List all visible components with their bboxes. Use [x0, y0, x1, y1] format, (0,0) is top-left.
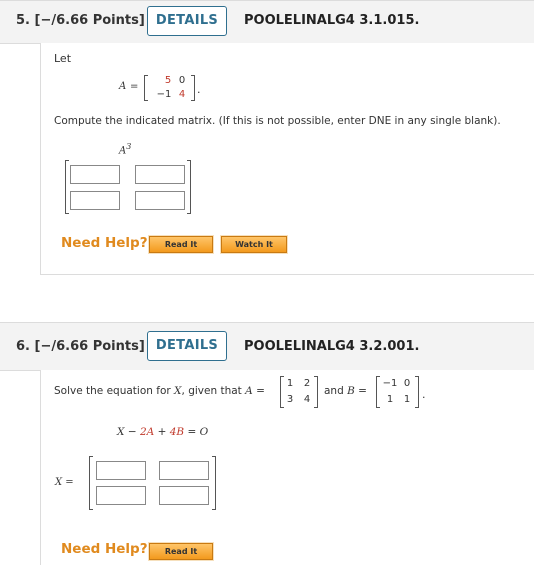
- matrix-a-cell: 4: [178, 89, 186, 100]
- matrix-a-right-bracket: [314, 376, 318, 408]
- question-6-header: 6. [−/6.66 Points] DETAILS POOLELINALG4 …: [0, 322, 534, 371]
- prompt-b-var: B: [347, 385, 355, 397]
- prompt-mid-text: , given that: [181, 385, 242, 397]
- equation-line: X − 2A + 4B = O: [117, 426, 208, 438]
- equation-zero: O: [199, 426, 209, 438]
- question-6-prompt: Solve the equation for X, given that A =: [54, 385, 265, 397]
- answer-matrix-right-bracket: [212, 456, 216, 510]
- answer-input-r2c1[interactable]: [96, 486, 146, 505]
- question-6-points: 6. [−/6.66 Points]: [16, 339, 145, 354]
- prompt-a-var: A: [245, 385, 253, 397]
- answer-matrix-left-bracket: [65, 160, 69, 214]
- question-5-body: Let A = 5 0 −1 4 . Compute the indicated…: [40, 43, 534, 275]
- matrix-a-cell: 2: [303, 378, 311, 389]
- matrix-period: .: [422, 388, 426, 401]
- matrix-b-cell: −1: [382, 378, 398, 389]
- answer-input-r2c2[interactable]: [159, 486, 209, 505]
- and-label: and: [324, 385, 344, 397]
- answer-matrix-left-bracket: [89, 456, 93, 510]
- question-5-header: 5. [−/6.66 Points] DETAILS POOLELINALG4 …: [0, 0, 534, 44]
- matrix-a-cell: 3: [286, 394, 294, 405]
- question-6-reference: POOLELINALG4 3.2.001.: [244, 339, 420, 354]
- matrix-a-cell: −1: [156, 89, 172, 100]
- and-connector: and B =: [324, 385, 367, 397]
- need-help-label: Need Help?: [61, 541, 148, 557]
- question-6-body: Solve the equation for X, given that A =…: [40, 370, 534, 565]
- equation-equals: =: [187, 426, 197, 438]
- matrix-a-cell: 0: [178, 75, 186, 86]
- matrix-b-cell: 0: [403, 378, 411, 389]
- read-it-button[interactable]: Read It: [148, 235, 214, 254]
- answer-matrix-right-bracket: [187, 160, 191, 214]
- matrix-b-left-bracket: [376, 376, 380, 408]
- answer-input-r1c1[interactable]: [70, 165, 120, 184]
- matrix-b-cell: 1: [403, 394, 411, 405]
- equation-x: X: [117, 426, 125, 438]
- answer-input-r1c2[interactable]: [159, 461, 209, 480]
- question-6-details-button[interactable]: DETAILS: [147, 331, 227, 361]
- let-label: Let: [54, 52, 72, 65]
- answer-input-r1c1[interactable]: [96, 461, 146, 480]
- watch-it-button[interactable]: Watch It: [220, 235, 288, 254]
- matrix-a-var: A: [119, 81, 127, 92]
- prompt-equals: =: [256, 385, 265, 397]
- need-help-label: Need Help?: [61, 235, 148, 251]
- equation-minus: −: [127, 426, 137, 438]
- matrix-a-cell: 1: [286, 378, 294, 389]
- answer-label: X =: [55, 477, 74, 488]
- question-5-reference: POOLELINALG4 3.1.015.: [244, 13, 420, 28]
- answer-input-r1c2[interactable]: [135, 165, 185, 184]
- equation-4b: 4B: [169, 426, 185, 438]
- prompt-x-var: X: [174, 385, 182, 397]
- equation-2a: 2A: [139, 426, 155, 438]
- matrix-a-cell: 4: [303, 394, 311, 405]
- answer-input-r2c1[interactable]: [70, 191, 120, 210]
- question-5-points: 5. [−/6.66 Points]: [16, 13, 145, 28]
- matrix-a-cell: 5: [164, 75, 172, 86]
- answer-input-r2c2[interactable]: [135, 191, 185, 210]
- equals-sign: =: [130, 81, 139, 92]
- read-it-button[interactable]: Read It: [148, 542, 214, 561]
- prompt-b-equals: =: [358, 385, 367, 397]
- prompt-text: Solve the equation for: [54, 385, 171, 397]
- matrix-b-right-bracket: [415, 376, 419, 408]
- matrix-period: .: [197, 83, 201, 96]
- equation-plus: +: [157, 426, 167, 438]
- matrix-b-cell: 1: [386, 394, 394, 405]
- matrix-a-left-bracket: [144, 75, 148, 101]
- matrix-a-right-bracket: [191, 75, 195, 101]
- expression-exponent: 3: [126, 142, 132, 151]
- expression-a-cubed: A3: [119, 142, 131, 156]
- question-5-details-button[interactable]: DETAILS: [147, 6, 227, 36]
- question-5-instruction: Compute the indicated matrix. (If this i…: [54, 115, 501, 127]
